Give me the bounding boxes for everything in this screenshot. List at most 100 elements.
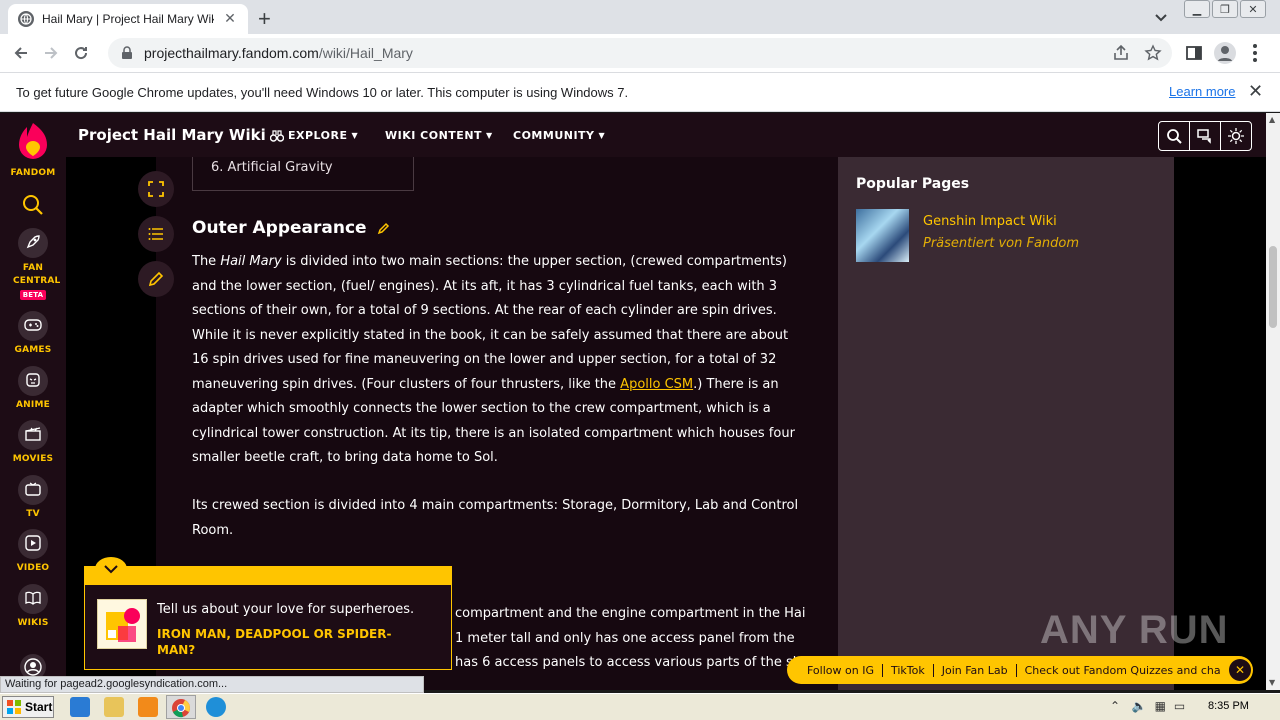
tiktok-link[interactable]: TikTok: [883, 663, 934, 677]
rail-wikis[interactable]: WIKIS: [0, 584, 66, 628]
tab-strip: Hail Mary | Project Hail Mary Wiki | F ✕…: [0, 0, 1280, 34]
nav-community[interactable]: COMMUNITY ▼: [513, 129, 605, 142]
nav-wiki-content-label: WIKI CONTENT: [385, 129, 483, 142]
follow-ig-link[interactable]: Follow on IG: [799, 663, 883, 677]
browser-toolbar: projecthailmary.fandom.com/wiki/Hail_Mar…: [0, 34, 1280, 72]
back-icon[interactable]: [6, 38, 36, 68]
menu-kebab-icon[interactable]: [1252, 42, 1258, 64]
display-icon[interactable]: ▭: [1174, 699, 1185, 713]
restore-icon[interactable]: ❐: [1212, 0, 1238, 18]
anime-face-icon: [18, 366, 48, 396]
taskbar-clock: 8:35 PM: [1208, 700, 1249, 712]
share-icon[interactable]: [1112, 44, 1130, 62]
network-icon[interactable]: ▦: [1155, 699, 1166, 713]
tv-icon: [18, 475, 48, 505]
infobar-close-icon[interactable]: ✕: [1248, 81, 1263, 102]
games-label: GAMES: [14, 345, 52, 355]
nav-explore[interactable]: EXPLORE ▼: [270, 129, 358, 142]
rail-movies[interactable]: MOVIES: [0, 420, 66, 464]
browser-tab[interactable]: Hail Mary | Project Hail Mary Wiki | F ✕: [8, 4, 248, 34]
rail-tv[interactable]: TV: [0, 475, 66, 519]
toc-list-icon[interactable]: [138, 216, 174, 252]
close-icon[interactable]: ✕: [1229, 659, 1251, 681]
promo-header-bar: [85, 567, 451, 585]
rail-anime[interactable]: ANIME: [0, 366, 66, 410]
status-bubble: Waiting for pagead2.googlesyndication.co…: [0, 676, 424, 693]
address-bar[interactable]: projecthailmary.fandom.com/wiki/Hail_Mar…: [108, 38, 1172, 68]
close-window-icon[interactable]: ✕: [1240, 0, 1266, 18]
bookmark-star-icon[interactable]: [1144, 44, 1162, 62]
windows-logo-icon: [7, 700, 21, 714]
scroll-thumb[interactable]: [1269, 246, 1277, 328]
edge-icon[interactable]: [206, 697, 226, 717]
ship-name-italic: Hail Mary: [220, 254, 282, 269]
fandom-rail: FANDOM FAN CENTRAL BETA GAMES ANIME MOVI…: [0, 113, 66, 690]
wiki-search-icon[interactable]: [1159, 122, 1190, 150]
start-label: Start: [25, 700, 53, 714]
paragraph-3: compartment and the engine compartment i…: [455, 602, 805, 676]
apollo-csm-link[interactable]: Apollo CSM: [620, 377, 693, 392]
nav-wiki-content[interactable]: WIKI CONTENT ▼: [385, 129, 493, 142]
edit-pencil-icon[interactable]: [138, 261, 174, 297]
promo-question: Tell us about your love for superheroes.: [157, 602, 415, 617]
url-path: /wiki/Hail_Mary: [318, 45, 413, 61]
quizzes-link[interactable]: Check out Fandom Quizzes and cha: [1017, 664, 1229, 677]
tab-search-icon[interactable]: [1152, 8, 1170, 26]
scroll-down-icon[interactable]: ▼: [1269, 678, 1275, 687]
collapse-chevron-icon[interactable]: [95, 557, 127, 581]
chrome-taskbar-button[interactable]: [166, 695, 196, 719]
fandom-label: FANDOM: [10, 168, 56, 178]
windows-taskbar: Start ⌃ 🔈 ▦ ▭ 8:35 PM: [0, 693, 1280, 720]
fan-lab-link[interactable]: Join Fan Lab: [934, 663, 1017, 677]
theme-toggle-icon[interactable]: [1221, 122, 1251, 150]
forward-icon[interactable]: [36, 38, 66, 68]
chrome-icon: [172, 699, 190, 718]
explorer-folder-icon[interactable]: [104, 697, 124, 717]
edit-section-icon[interactable]: [377, 221, 391, 235]
rail-fan-central[interactable]: FAN CENTRAL BETA: [0, 228, 66, 300]
popular-page-link[interactable]: Genshin Impact Wiki: [923, 214, 1057, 229]
anime-label: ANIME: [16, 400, 50, 410]
volume-icon[interactable]: 🔈: [1132, 699, 1147, 713]
binoculars-icon: [270, 129, 284, 142]
section-title: Outer Appearance: [192, 218, 367, 238]
profile-avatar[interactable]: [1214, 42, 1236, 64]
learn-more-link[interactable]: Learn more: [1169, 84, 1235, 99]
new-tab-button[interactable]: +: [258, 6, 271, 32]
page-scrollbar[interactable]: ▲ ▼: [1266, 113, 1280, 690]
ie-icon[interactable]: [70, 697, 90, 717]
rail-games[interactable]: GAMES: [0, 311, 66, 355]
fullscreen-icon[interactable]: [138, 171, 174, 207]
tab-title: Hail Mary | Project Hail Mary Wiki | F: [42, 12, 214, 26]
popular-page-sponsor: Präsentiert von Fandom: [923, 236, 1080, 251]
genshin-thumbnail[interactable]: [856, 209, 909, 262]
fandom-heart-icon: [19, 123, 47, 159]
wiki-title[interactable]: Project Hail Mary Wiki: [78, 126, 266, 144]
play-video-icon: [18, 529, 48, 559]
promo-answer-link[interactable]: IRON MAN, DEADPOOL OR SPIDER-MAN?: [157, 626, 417, 658]
media-player-icon[interactable]: [138, 697, 158, 717]
reload-icon[interactable]: [66, 38, 96, 68]
side-panel-icon[interactable]: [1185, 44, 1203, 62]
wiki-header: Project Hail Mary Wiki EXPLORE ▼ WIKI CO…: [66, 113, 1266, 157]
system-tray: ⌃ 🔈 ▦ ▭: [1110, 699, 1185, 713]
minimize-icon[interactable]: ▁: [1184, 0, 1210, 18]
start-button[interactable]: Start: [2, 696, 54, 718]
video-label: VIDEO: [16, 563, 50, 573]
tray-expand-icon[interactable]: ⌃: [1110, 699, 1120, 713]
chevron-down-icon: ▼: [486, 131, 493, 140]
book-icon: [18, 584, 48, 614]
nav-explore-label: EXPLORE: [288, 129, 348, 142]
lock-icon[interactable]: [120, 46, 134, 60]
toc-item[interactable]: 6. Artificial Gravity: [211, 160, 333, 175]
globe-icon: [18, 11, 34, 27]
rail-video[interactable]: VIDEO: [0, 529, 66, 573]
fandom-logo[interactable]: FANDOM: [0, 121, 66, 178]
rail-search[interactable]: [0, 193, 66, 220]
scroll-up-icon[interactable]: ▲: [1269, 115, 1275, 124]
tab-close-icon[interactable]: ✕: [222, 11, 238, 27]
discussions-icon[interactable]: [1190, 122, 1221, 150]
anyrun-watermark: ANY RUN: [1040, 608, 1229, 652]
search-icon: [23, 195, 43, 215]
quiz-promo-card[interactable]: Tell us about your love for superheroes.…: [84, 557, 452, 670]
